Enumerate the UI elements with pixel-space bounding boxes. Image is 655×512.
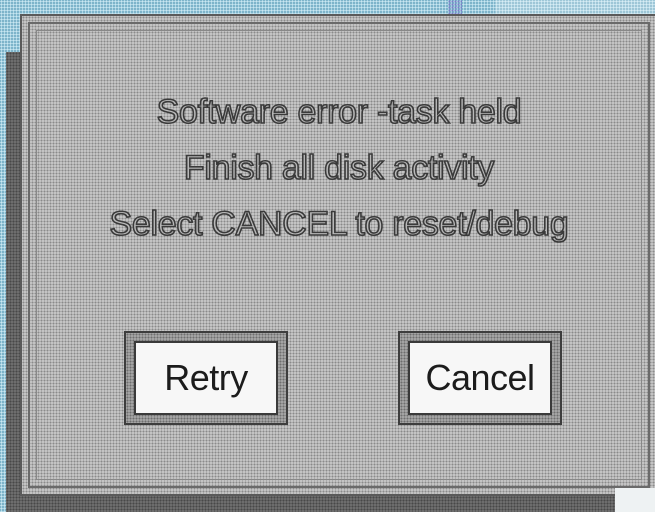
error-message-line-1: Software error -task held [156,92,523,132]
cancel-button-frame[interactable]: Cancel [398,331,562,425]
retry-button[interactable]: Retry [134,341,278,415]
error-message: Software error -task held Finish all dis… [22,84,655,252]
retry-button-frame[interactable]: Retry [124,331,288,425]
background-mark [448,0,462,14]
cancel-button[interactable]: Cancel [408,341,552,415]
error-message-line-2: Finish all disk activity [183,148,495,188]
background-corner [615,488,655,512]
error-message-line-3: Select CANCEL to reset/debug [109,204,570,244]
error-dialog: Software error -task held Finish all dis… [20,14,655,496]
